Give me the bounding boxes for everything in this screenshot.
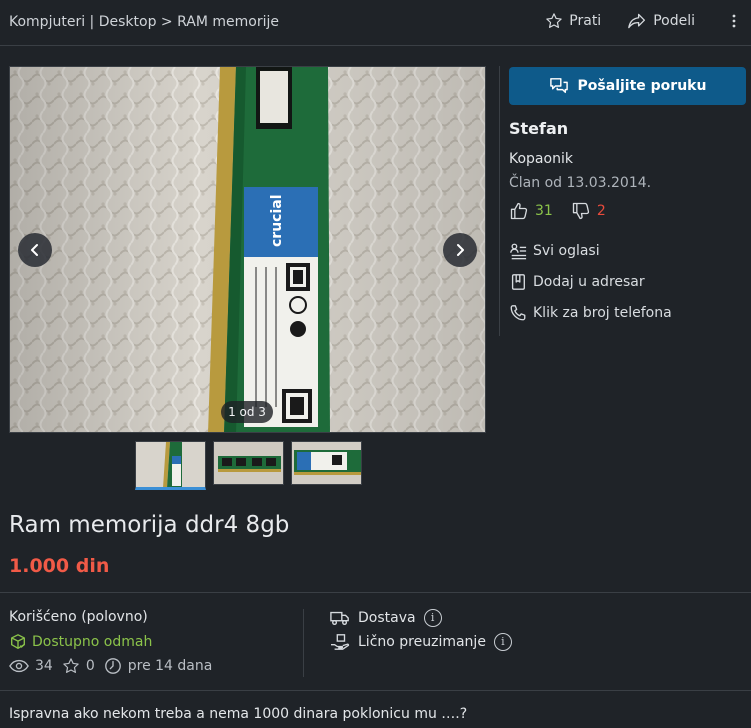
favorites-count: 0 <box>85 658 95 674</box>
all-ads-label: Svi oglasi <box>533 243 600 259</box>
listing-price: 1.000 din <box>9 555 110 577</box>
chat-icon <box>549 77 569 95</box>
availability-label: Dostupno odmah <box>32 634 153 650</box>
seller-links: Svi oglasi Dodaj u adresar Klik za broj … <box>509 241 672 334</box>
hand-package-icon <box>330 633 350 651</box>
truck-icon <box>330 609 350 627</box>
share-button[interactable]: Podeli <box>627 12 695 30</box>
negative-count: 2 <box>596 203 606 219</box>
posted-stat: pre 14 dana <box>104 657 213 675</box>
thumbs-up-icon <box>509 201 529 221</box>
thumbnail-3[interactable] <box>291 441 362 485</box>
star-icon <box>545 12 563 30</box>
breadcrumb-current[interactable]: RAM memorije <box>177 14 279 30</box>
views-count: 34 <box>35 658 53 674</box>
eye-icon <box>9 658 29 674</box>
next-image-button[interactable] <box>443 233 477 267</box>
add-address-label: Dodaj u adresar <box>533 274 645 290</box>
info-divider <box>303 609 304 677</box>
listing-condition: Korišćeno (polovno) <box>9 609 148 625</box>
phone-link[interactable]: Klik za broj telefona <box>509 303 672 323</box>
previous-image-button[interactable] <box>18 233 52 267</box>
send-message-button[interactable]: Pošaljite poruku <box>509 67 746 105</box>
delivery-label: Dostava <box>358 610 416 626</box>
pickup-label: Lično preuzimanje <box>358 634 486 650</box>
seller-location: Kopaonik <box>509 151 573 167</box>
share-label: Podeli <box>653 13 695 29</box>
section-divider-bottom <box>0 690 751 691</box>
views-stat: 34 <box>9 658 53 674</box>
chevron-right-icon <box>453 243 467 257</box>
seller-member-since: Član od 13.03.2014. <box>509 175 652 191</box>
top-actions: Prati Podeli <box>545 12 737 30</box>
phone-label: Klik za broj telefona <box>533 305 672 321</box>
breadcrumb: Kompjuteri | Desktop > RAM memorije <box>9 14 279 30</box>
breadcrumb-category[interactable]: Kompjuteri <box>9 14 85 30</box>
follow-label: Prati <box>569 13 602 29</box>
star-outline-icon <box>62 657 80 675</box>
listing-stats: 34 0 pre 14 dana <box>9 657 221 675</box>
list-user-icon <box>509 242 527 260</box>
thumbs-down-icon <box>571 201 591 221</box>
address-book-icon <box>509 273 527 291</box>
positive-count: 31 <box>535 203 553 219</box>
add-address-link[interactable]: Dodaj u adresar <box>509 272 672 292</box>
kebab-menu-icon[interactable] <box>731 12 737 30</box>
info-icon[interactable]: i <box>423 609 442 627</box>
send-message-label: Pošaljite poruku <box>577 78 707 94</box>
pickup-option: Lično preuzimanje i <box>330 633 512 651</box>
image-gallery[interactable]: crucial 1 od 3 <box>9 66 486 433</box>
top-bar: Kompjuteri | Desktop > RAM memorije Prat… <box>0 0 751 46</box>
share-arrow-icon <box>627 12 647 30</box>
follow-button[interactable]: Prati <box>545 12 601 30</box>
section-divider-top <box>0 592 751 593</box>
delivery-option: Dostava i <box>330 609 442 627</box>
breadcrumb-subcategory[interactable]: Desktop <box>99 14 157 30</box>
thumbnail-2[interactable] <box>213 441 284 485</box>
phone-icon <box>509 304 527 322</box>
thumbnail-strip <box>135 441 362 490</box>
availability-status: Dostupno odmah <box>9 633 152 651</box>
ram-photo: crucial <box>10 67 485 432</box>
info-icon[interactable]: i <box>493 633 512 651</box>
thumbnail-1[interactable] <box>135 441 206 490</box>
breadcrumb-arrow: > <box>160 14 173 30</box>
box-check-icon <box>9 633 27 651</box>
chevron-left-icon <box>28 243 42 257</box>
seller-ratings[interactable]: 31 2 <box>509 201 606 221</box>
all-ads-link[interactable]: Svi oglasi <box>509 241 672 261</box>
image-counter: 1 od 3 <box>221 401 273 423</box>
listing-description: Ispravna ako nekom treba a nema 1000 din… <box>9 706 468 722</box>
seller-name[interactable]: Stefan <box>509 119 568 138</box>
svg-text:crucial: crucial <box>269 194 285 247</box>
clock-icon <box>104 657 122 675</box>
listing-title: Ram memorija ddr4 8gb <box>9 512 290 538</box>
favorites-stat: 0 <box>62 657 95 675</box>
posted-time: pre 14 dana <box>127 658 213 674</box>
panel-divider <box>499 66 500 336</box>
breadcrumb-separator: | <box>89 14 95 30</box>
